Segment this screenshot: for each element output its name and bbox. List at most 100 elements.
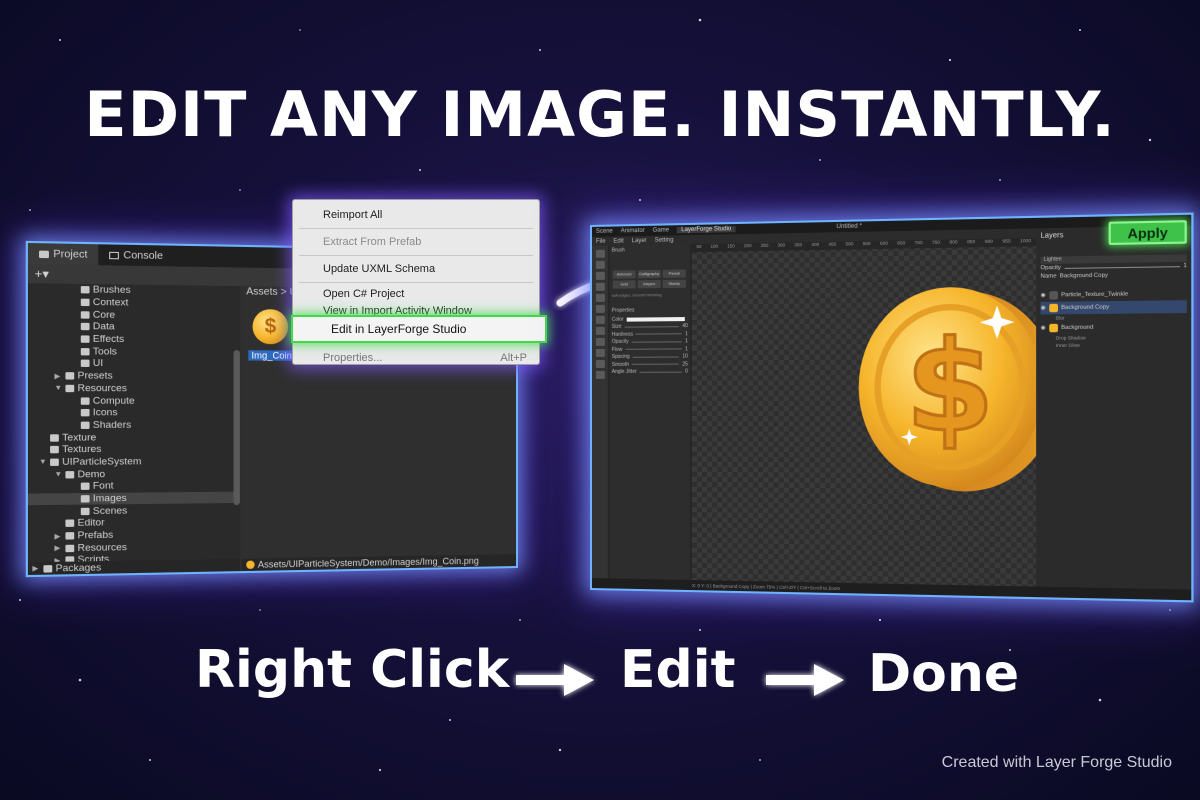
caret-icon[interactable]: ▼ xyxy=(54,471,63,478)
ruler-tick: 700 xyxy=(914,239,923,246)
tree-item[interactable]: Icons xyxy=(28,407,240,419)
packages-label: Packages xyxy=(55,561,102,574)
context-menu: Reimport All Extract From Prefab Update … xyxy=(291,199,547,367)
tree-item-label: Editor xyxy=(77,517,105,530)
lasso-tool-icon[interactable] xyxy=(595,293,605,302)
svg-text:$: $ xyxy=(905,314,994,460)
brush-airbrush[interactable]: Airbrush xyxy=(612,270,636,279)
eye-icon[interactable]: ◉ xyxy=(1041,292,1046,298)
property-label: Angle Jitter xyxy=(611,369,637,376)
tree-item[interactable]: UI xyxy=(28,357,240,370)
property-value: 10 xyxy=(682,353,688,360)
tree-item[interactable]: ▶ Presets xyxy=(28,370,240,383)
property-slider[interactable] xyxy=(631,341,683,343)
menu-edit[interactable]: Edit xyxy=(613,238,623,244)
tab-layerforge[interactable]: LayerForge Studio xyxy=(677,226,736,234)
caret-icon[interactable]: ▶ xyxy=(54,544,63,552)
brush-calligraphy[interactable]: Calligraphy xyxy=(637,269,661,279)
menu-item-label: Extract From Prefab xyxy=(323,236,422,248)
layer-row[interactable]: ◉ Background xyxy=(1041,320,1187,334)
folder-icon xyxy=(65,384,75,393)
brush-grid[interactable]: Grid xyxy=(612,280,636,289)
tree-scrollbar[interactable] xyxy=(233,350,240,506)
tree-item[interactable]: Compute xyxy=(28,394,240,406)
tab-project[interactable]: Project xyxy=(27,242,99,266)
property-slider[interactable] xyxy=(636,333,683,335)
layers-panel: Layers Lighten Opacity 1 Name Background… xyxy=(1036,225,1192,590)
add-button[interactable]: +▾ xyxy=(35,266,49,281)
menu-item-reimport-all[interactable]: Reimport All xyxy=(293,204,539,226)
tree-item[interactable]: Tools xyxy=(28,345,240,359)
property-label: Spacing xyxy=(611,354,630,361)
apply-button[interactable]: Apply xyxy=(1108,220,1187,245)
move-tool-icon[interactable] xyxy=(595,249,605,258)
caret-icon[interactable]: ▼ xyxy=(54,385,63,392)
property-value: 25 xyxy=(682,361,688,368)
steps-row: Right Click Edit Done xyxy=(0,640,1200,720)
crop-tool-icon[interactable] xyxy=(595,370,605,379)
property-row[interactable]: Angle Jitter 0 xyxy=(612,368,688,376)
property-slider[interactable] xyxy=(626,316,685,322)
layer-effect-row[interactable]: Inner Glow xyxy=(1041,341,1187,349)
hand-tool-icon[interactable] xyxy=(595,348,605,357)
layer-thumb xyxy=(1049,291,1058,300)
tab-console[interactable]: Console xyxy=(98,244,173,266)
menu-file[interactable]: File xyxy=(596,238,606,244)
menu-item-update-uxml-schema[interactable]: Update UXML Schema xyxy=(293,258,539,280)
folder-icon xyxy=(50,458,59,466)
image-canvas[interactable]: 50 100 150 200 250 300 350 400 450 500 550 600 650 70… xyxy=(691,237,1058,587)
menu-item-open-csharp-project[interactable]: Open C# Project xyxy=(293,285,539,302)
step-right-click: Right Click xyxy=(195,640,510,700)
menu-item-properties[interactable]: Properties... Alt+P xyxy=(293,349,539,367)
caret-icon[interactable]: ▶ xyxy=(54,532,63,540)
folder-icon xyxy=(80,507,90,515)
tree-item[interactable]: ▼ Resources xyxy=(28,382,240,395)
tree-item[interactable]: Shaders xyxy=(28,419,240,432)
step-done: Done xyxy=(868,644,1020,704)
caret-icon[interactable]: ▶ xyxy=(54,372,63,380)
property-slider[interactable] xyxy=(639,371,683,373)
zoom-tool-icon[interactable] xyxy=(595,337,605,346)
brush-pencil[interactable]: Pencil xyxy=(662,269,686,278)
eye-icon[interactable]: ◉ xyxy=(1041,305,1046,311)
property-slider[interactable] xyxy=(631,363,680,366)
eraser-tool-icon[interactable] xyxy=(595,271,605,280)
select-tool-icon[interactable] xyxy=(595,282,605,291)
property-slider[interactable] xyxy=(632,356,680,358)
tab-game[interactable]: Game xyxy=(653,227,669,233)
tab-animator[interactable]: Animator xyxy=(621,228,645,235)
opacity-slider[interactable] xyxy=(1064,265,1180,269)
tab-scene[interactable]: Scene xyxy=(596,229,613,235)
caret-icon[interactable]: ▼ xyxy=(39,459,48,466)
menu-item-label: Reimport All xyxy=(323,209,383,221)
brush-stamp[interactable]: Stamp xyxy=(662,279,686,289)
property-slider[interactable] xyxy=(625,348,683,351)
brush-tool-icon[interactable] xyxy=(595,260,605,269)
folder-icon xyxy=(80,482,90,491)
shape-tool-icon[interactable] xyxy=(595,359,605,368)
asset-label[interactable]: Img_Coin xyxy=(248,350,295,361)
ruler-tick: 750 xyxy=(932,239,941,245)
property-slider[interactable] xyxy=(624,325,680,328)
menu-separator xyxy=(299,255,533,256)
name-value[interactable]: Background Copy xyxy=(1060,273,1108,280)
breadcrumb[interactable]: Assets > U xyxy=(246,286,297,298)
menu-setting[interactable]: Setting xyxy=(655,237,674,243)
ruler-tick: 150 xyxy=(727,243,735,249)
packages-row[interactable]: ▶ Packages xyxy=(27,558,240,576)
fill-tool-icon[interactable] xyxy=(595,326,605,335)
tree-item[interactable]: Texture xyxy=(28,431,240,444)
coin-thumbnail-icon[interactable]: $ xyxy=(252,308,289,345)
brush-inkpen[interactable]: Inkpen xyxy=(637,279,661,289)
menu-layer[interactable]: Layer xyxy=(632,237,647,243)
menu-item-label: Properties... xyxy=(323,352,383,364)
ruler-tick: 300 xyxy=(777,242,786,248)
eyedropper-tool-icon[interactable] xyxy=(595,315,605,324)
property-label: Opacity xyxy=(611,338,629,346)
text-tool-icon[interactable] xyxy=(595,304,605,313)
tree-item[interactable]: Textures xyxy=(28,443,240,456)
property-label: Smooth xyxy=(611,361,629,368)
ruler-tick: 550 xyxy=(862,240,871,247)
eye-icon[interactable]: ◉ xyxy=(1041,325,1046,331)
menu-item-edit-in-layerforge[interactable]: Edit in LayerForge Studio xyxy=(291,315,547,343)
